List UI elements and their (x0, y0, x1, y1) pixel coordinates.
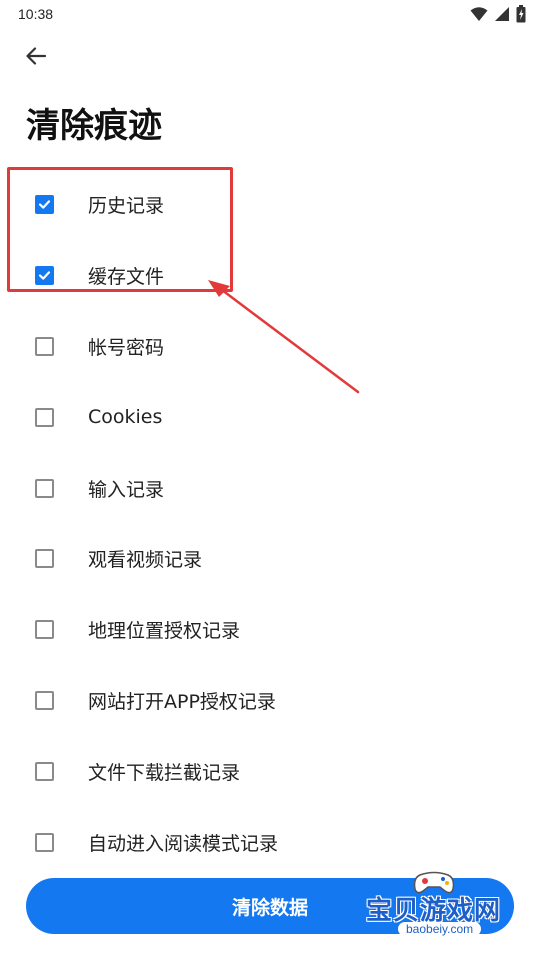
option-label: 帐号密码 (88, 336, 165, 359)
checkbox-passwords[interactable] (35, 336, 54, 356)
option-passwords[interactable]: 帐号密码 (0, 318, 540, 374)
option-label: Cookies (88, 406, 163, 428)
annotation-highlight-box (7, 167, 233, 292)
option-label: 观看视频记录 (88, 548, 203, 571)
option-label: 输入记录 (88, 478, 165, 501)
option-location-permissions[interactable]: 地理位置授权记录 (0, 601, 540, 657)
option-label: 自动进入阅读模式记录 (88, 832, 279, 855)
option-video-history[interactable]: 观看视频记录 (0, 530, 540, 586)
checkbox-input-history[interactable] (35, 478, 54, 498)
checkbox-cookies[interactable] (35, 407, 54, 427)
option-label: 网站打开APP授权记录 (88, 690, 276, 713)
status-bar: 10:38 (0, 0, 540, 32)
clear-data-button[interactable]: 清除数据 (26, 878, 514, 934)
checkbox-download-block-history[interactable] (35, 761, 54, 781)
checkbox-app-open-permissions[interactable] (35, 690, 54, 710)
arrow-left-icon (24, 44, 48, 72)
back-button[interactable] (18, 42, 54, 74)
option-cookies[interactable]: Cookies (0, 389, 540, 445)
checkbox-location-permissions[interactable] (35, 619, 54, 639)
option-label: 文件下载拦截记录 (88, 761, 241, 784)
option-download-block-history[interactable]: 文件下载拦截记录 (0, 743, 540, 799)
checkbox-video-history[interactable] (35, 548, 54, 568)
wifi-icon (470, 6, 488, 26)
page-title: 清除痕迹 (26, 106, 162, 146)
status-icons (470, 5, 526, 27)
checkbox-reading-mode-history[interactable] (35, 832, 54, 852)
status-time: 10:38 (18, 6, 54, 22)
option-reading-mode-history[interactable]: 自动进入阅读模式记录 (0, 814, 540, 870)
option-app-open-permissions[interactable]: 网站打开APP授权记录 (0, 672, 540, 728)
option-label: 地理位置授权记录 (88, 619, 241, 642)
option-input-history[interactable]: 输入记录 (0, 460, 540, 516)
signal-icon (494, 6, 510, 26)
battery-icon (516, 5, 526, 27)
